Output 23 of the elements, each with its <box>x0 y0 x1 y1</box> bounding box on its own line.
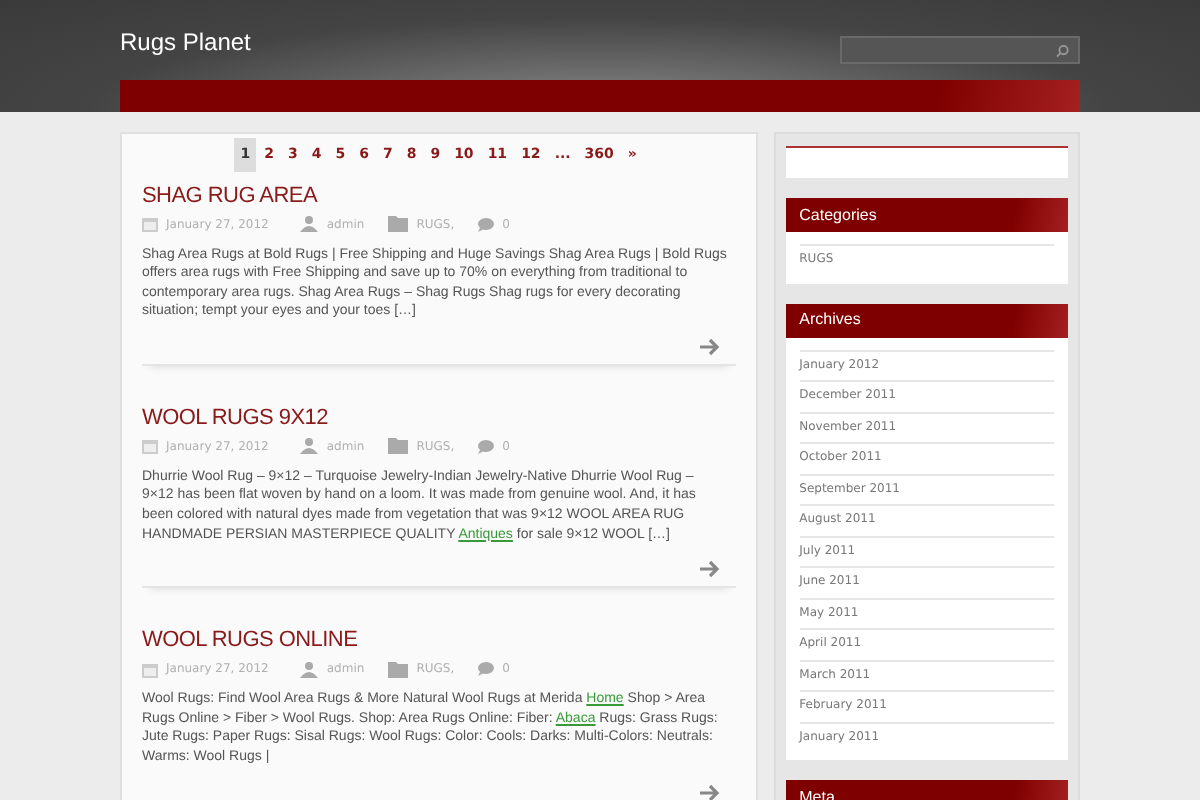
user-icon <box>300 661 319 678</box>
folder-icon <box>388 438 409 455</box>
comment-icon <box>478 217 495 231</box>
folder-icon <box>388 661 409 678</box>
arrow-right-icon[interactable] <box>699 337 720 356</box>
calendar-icon <box>142 438 158 455</box>
comment-icon <box>478 662 495 677</box>
post-title[interactable]: WOOL RUGS ONLINE <box>142 628 736 655</box>
calendar-icon <box>142 216 158 232</box>
search-field[interactable] <box>840 36 1080 64</box>
user-icon <box>300 438 319 455</box>
comment-icon <box>478 439 495 454</box>
post-title[interactable]: SHAG RUG AREA <box>142 183 736 209</box>
calendar-icon <box>142 661 158 678</box>
folder-icon <box>388 216 409 232</box>
arrow-right-icon[interactable] <box>699 560 720 579</box>
widget-title: Categories <box>785 198 1068 232</box>
user-icon <box>300 216 319 232</box>
search-icon[interactable] <box>1056 43 1070 57</box>
site-title[interactable]: Rugs Planet <box>120 24 251 60</box>
arrow-right-icon[interactable] <box>699 783 720 800</box>
widget-title: Archives <box>785 303 1068 337</box>
post-title[interactable]: WOOL RUGS 9X12 <box>142 405 736 432</box>
